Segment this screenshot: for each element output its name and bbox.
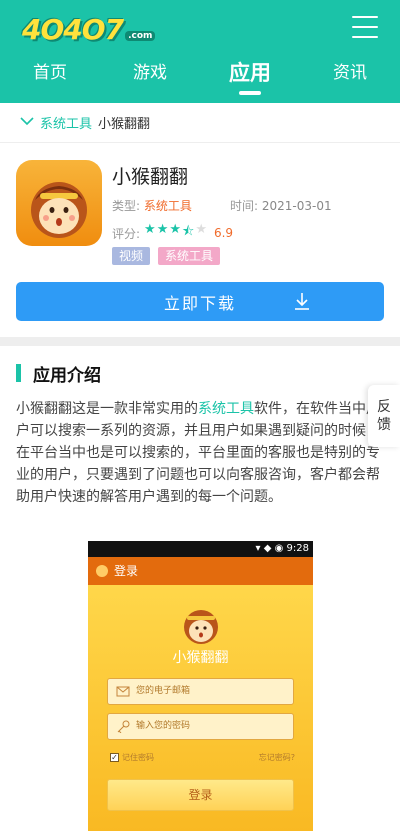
nav-item-apps[interactable]: 应用 bbox=[200, 58, 300, 98]
app-screenshot[interactable]: ▾ ◆ ◉ 9:28 登录 小猴翻翻 您的电子邮箱 输入您的密码 ✓ 记住密码 … bbox=[88, 541, 313, 831]
signal-icon: ▾ ◆ ◉ bbox=[255, 543, 287, 554]
download-button[interactable]: 立即下载 bbox=[16, 282, 384, 321]
status-time: 9:28 bbox=[286, 543, 309, 554]
time-value: 2021-03-01 bbox=[261, 199, 332, 213]
star-icon: ★ bbox=[169, 222, 182, 237]
star-icon: ★ bbox=[156, 222, 169, 237]
intro-text: 小猴翻翻这是一款非常实用的系统工具软件，在软件当中用户可以搜索一系列的资源，并且… bbox=[16, 398, 382, 508]
site-logo[interactable]: 4O4O7 .com bbox=[22, 12, 156, 46]
menu-icon[interactable] bbox=[352, 16, 378, 38]
nav-item-home[interactable]: 首页 bbox=[0, 58, 100, 98]
intro-text-start: 小猴翻翻这是一款非常实用的 bbox=[16, 401, 198, 417]
score-label: 评分: bbox=[112, 226, 141, 241]
screenshot-body: 小猴翻翻 您的电子邮箱 输入您的密码 ✓ 记住密码 忘记密码? 登录 bbox=[88, 585, 313, 831]
monkey-logo-icon bbox=[184, 610, 218, 644]
breadcrumb: 系统工具 小猴翻翻 bbox=[0, 103, 400, 143]
section-divider bbox=[0, 337, 400, 346]
logo-suffix: .com bbox=[125, 31, 156, 41]
chevron-down-icon bbox=[20, 115, 34, 130]
intro-title: 应用介绍 bbox=[33, 365, 101, 386]
intro-category-link[interactable]: 系统工具 bbox=[198, 401, 254, 417]
star-icon: ⯪ bbox=[182, 224, 195, 239]
app-time: 时间: 2021-03-01 bbox=[230, 197, 332, 214]
app-tags: 视频 系统工具 bbox=[112, 247, 228, 265]
intro-heading: 应用介绍 bbox=[16, 363, 101, 386]
screenshot-email-field: 您的电子邮箱 bbox=[107, 678, 294, 705]
main-nav: 首页 游戏 应用 资讯 bbox=[0, 58, 400, 98]
screenshot-bar-title: 登录 bbox=[114, 564, 139, 578]
site-header: 4O4O7 .com 首页 游戏 应用 资讯 bbox=[0, 0, 400, 103]
heading-accent-bar bbox=[16, 364, 21, 382]
email-placeholder: 您的电子邮箱 bbox=[136, 686, 191, 696]
time-label: 时间: bbox=[230, 199, 259, 213]
star-icon: ★ bbox=[195, 222, 207, 237]
download-icon bbox=[295, 293, 309, 310]
app-score: 评分: ★ ★ ★ ⯪ ★ 6.9 bbox=[112, 222, 233, 244]
screenshot-status-bar: ▾ ◆ ◉ 9:28 bbox=[88, 541, 313, 557]
tag-video[interactable]: 视频 bbox=[112, 247, 151, 265]
screenshot-password-field: 输入您的密码 bbox=[107, 713, 294, 740]
download-label: 立即下载 bbox=[163, 293, 236, 313]
screenshot-app-name: 小猴翻翻 bbox=[172, 650, 229, 666]
feedback-label-2: 馈 bbox=[377, 417, 391, 433]
nav-item-news[interactable]: 资讯 bbox=[300, 58, 400, 98]
remember-label: 记住密码 bbox=[122, 753, 154, 762]
nav-item-games[interactable]: 游戏 bbox=[100, 58, 200, 98]
breadcrumb-current: 小猴翻翻 bbox=[98, 117, 151, 132]
screenshot-title-bar: 登录 bbox=[88, 557, 313, 585]
screenshot-forgot: 忘记密码? bbox=[258, 753, 295, 762]
app-name: 小猴翻翻 bbox=[112, 166, 189, 188]
mail-icon bbox=[116, 686, 130, 697]
score-value: 6.9 bbox=[213, 226, 234, 240]
feedback-button[interactable]: 反 馈 bbox=[368, 385, 400, 447]
checkbox-icon: ✓ bbox=[110, 753, 119, 762]
rating-stars: ★ ★ ★ ⯪ ★ bbox=[144, 222, 208, 244]
tag-system-tools[interactable]: 系统工具 bbox=[158, 247, 221, 265]
star-icon: ★ bbox=[144, 222, 156, 237]
screenshot-login-button: 登录 bbox=[107, 779, 294, 811]
monkey-small-icon bbox=[96, 565, 108, 577]
key-icon bbox=[117, 720, 130, 733]
breadcrumb-category[interactable]: 系统工具 bbox=[40, 113, 92, 132]
screenshot-remember: ✓ 记住密码 bbox=[110, 752, 154, 763]
app-icon bbox=[16, 160, 102, 246]
logo-text: 4O4O7 bbox=[22, 12, 124, 46]
app-type: 类型: 系统工具 bbox=[112, 197, 192, 214]
type-value[interactable]: 系统工具 bbox=[144, 199, 192, 213]
feedback-label-1: 反 bbox=[377, 399, 391, 415]
type-label: 类型: bbox=[112, 199, 141, 213]
password-placeholder: 输入您的密码 bbox=[136, 721, 191, 731]
